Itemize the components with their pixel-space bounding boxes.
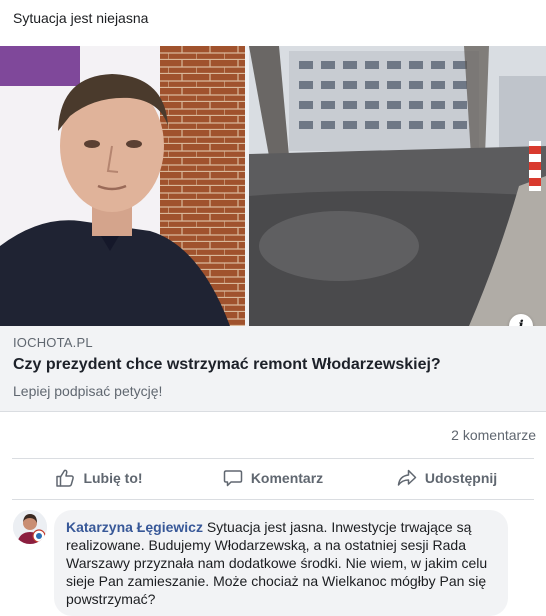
share-button[interactable]: Udostępnij bbox=[360, 462, 534, 494]
action-bar: Lubię to! Komentarz Udostępnij bbox=[12, 462, 534, 494]
share-label: Udostępnij bbox=[424, 470, 498, 486]
comment-label: Komentarz bbox=[250, 470, 324, 486]
post-text: Sytuacja jest niejasna bbox=[13, 10, 149, 26]
thumbs-up-icon bbox=[55, 468, 75, 488]
comment-icon bbox=[223, 468, 243, 488]
link-preview[interactable]: IOCHOTA.PL Czy prezydent chce wstrzymać … bbox=[0, 326, 546, 412]
comment-bubble: Katarzyna Łęgiewicz Sytuacja jest jasna.… bbox=[54, 510, 508, 616]
link-title[interactable]: Czy prezydent chce wstrzymać remont Włod… bbox=[13, 356, 441, 374]
comment-author[interactable]: Katarzyna Łęgiewicz bbox=[66, 519, 203, 535]
street-photo bbox=[249, 46, 546, 326]
divider bbox=[12, 458, 534, 459]
link-preview-image[interactable] bbox=[0, 46, 546, 326]
link-description: Lepiej podpisać petycję! bbox=[13, 383, 163, 399]
commenter-avatar[interactable] bbox=[13, 510, 47, 544]
comment-button[interactable]: Komentarz bbox=[186, 462, 360, 494]
feed-post: Sytuacja jest niejasna IOCHOTA.PL Czy pr… bbox=[0, 0, 546, 616]
link-domain: IOCHOTA.PL bbox=[13, 335, 93, 350]
like-button[interactable]: Lubię to! bbox=[12, 462, 186, 494]
like-label: Lubię to! bbox=[83, 470, 143, 486]
portrait-photo bbox=[0, 46, 245, 326]
divider bbox=[12, 499, 534, 500]
share-icon bbox=[397, 468, 417, 488]
comment-count-link[interactable]: 2 komentarze bbox=[451, 427, 536, 443]
